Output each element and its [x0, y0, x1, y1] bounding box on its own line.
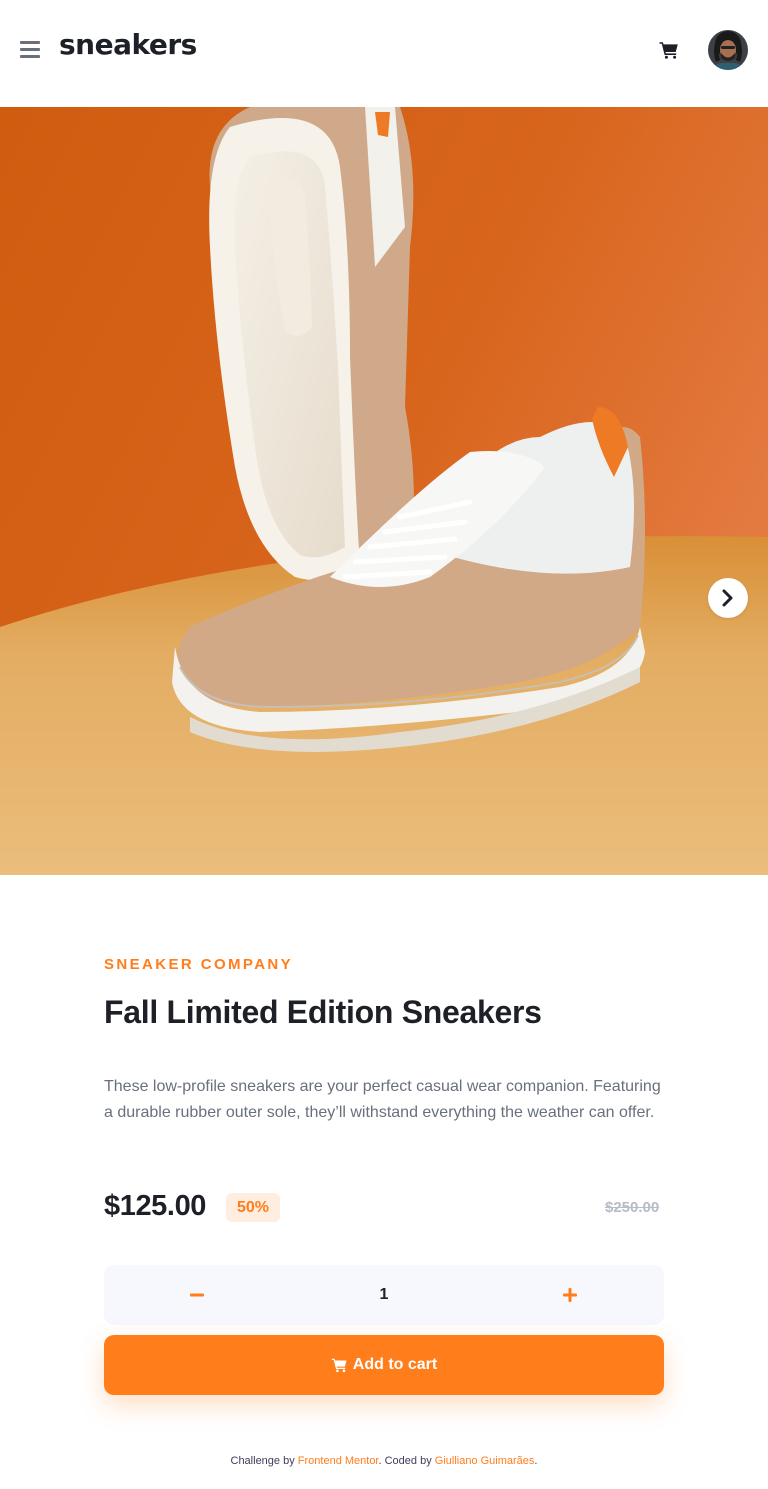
quantity-stepper: 1	[104, 1265, 664, 1325]
attribution-footer: Challenge by Frontend Mentor. Coded by G…	[0, 1455, 768, 1467]
add-to-cart-button[interactable]: Add to cart	[104, 1335, 664, 1395]
author-link[interactable]: Giulliano Guimarães	[435, 1455, 535, 1467]
frontend-mentor-link[interactable]: Frontend Mentor	[298, 1455, 379, 1467]
product-description: These low-profile sneakers are your perf…	[104, 1078, 661, 1121]
attribution-middle: . Coded by	[378, 1455, 435, 1467]
sneaker-photo	[0, 107, 768, 875]
attribution-suffix: .	[534, 1455, 538, 1467]
plus-icon	[563, 1288, 577, 1302]
hamburger-menu-icon[interactable]	[20, 40, 40, 58]
menu-line	[20, 48, 40, 51]
decrease-quantity-button[interactable]	[175, 1265, 219, 1325]
site-header: sneakers	[0, 0, 768, 107]
original-price: $250.00	[605, 1199, 660, 1216]
user-avatar[interactable]	[708, 30, 748, 70]
chevron-right-icon	[722, 589, 733, 607]
minus-icon	[190, 1293, 204, 1297]
product-hero-image	[0, 107, 768, 875]
company-label: SNEAKER COMPANY	[104, 956, 294, 973]
cart-icon[interactable]	[659, 40, 679, 60]
increase-quantity-button[interactable]	[548, 1265, 592, 1325]
menu-line	[20, 41, 40, 44]
attribution-prefix: Challenge by	[230, 1455, 298, 1467]
discount-badge: 50%	[226, 1193, 280, 1222]
cart-icon	[331, 1358, 347, 1373]
add-to-cart-label: Add to cart	[352, 1356, 438, 1373]
current-price: $125.00	[104, 1190, 207, 1222]
product-title: Fall Limited Edition Sneakers	[104, 994, 542, 1030]
logo[interactable]: sneakers	[59, 28, 197, 61]
next-image-button[interactable]	[708, 578, 748, 618]
quantity-value: 1	[379, 1286, 389, 1303]
menu-line	[20, 55, 40, 58]
